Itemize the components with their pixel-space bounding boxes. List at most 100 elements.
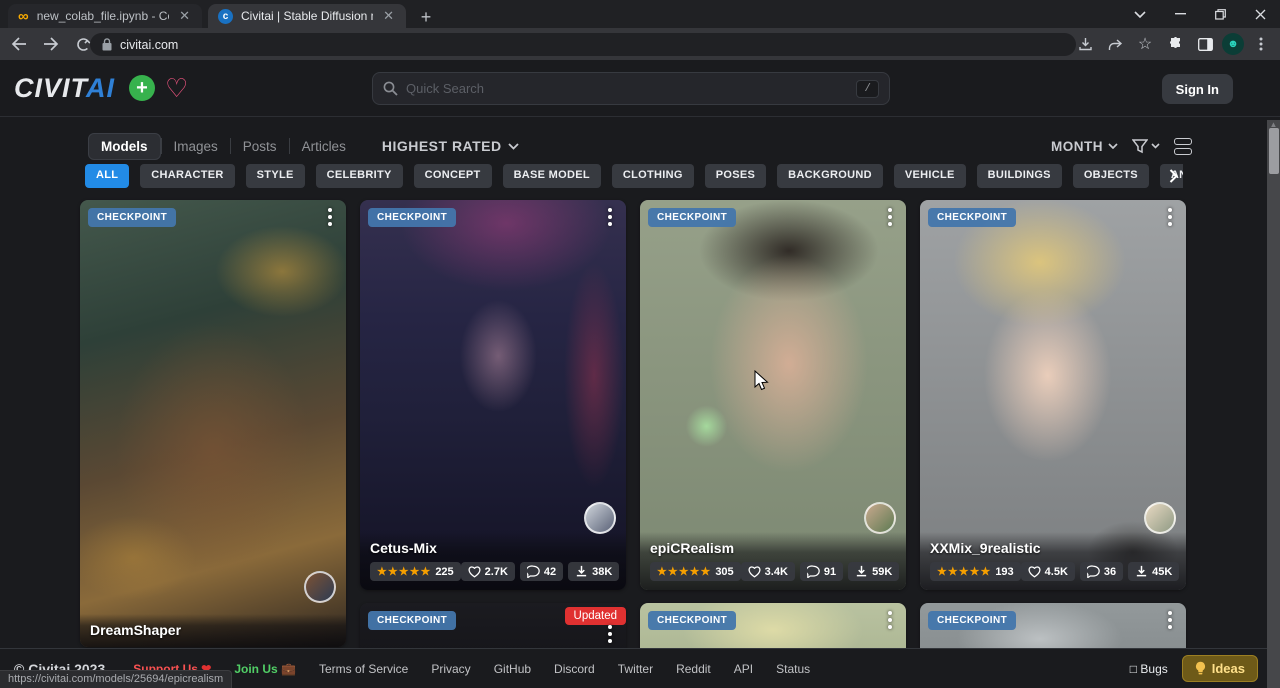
ideas-button[interactable]: Ideas xyxy=(1182,655,1258,682)
chip-character[interactable]: CHARACTER xyxy=(140,164,234,188)
card-menu-kebab-icon[interactable] xyxy=(602,208,618,226)
creator-avatar[interactable] xyxy=(1144,502,1176,534)
star-rating-icons: ★★★★★ xyxy=(657,565,711,578)
model-card-dreamshaper[interactable]: CHECKPOINT DreamShaper xyxy=(80,200,346,647)
creator-avatar[interactable] xyxy=(304,571,336,603)
tab-close-icon[interactable]: ✕ xyxy=(381,8,396,24)
likes-pill[interactable]: 2.7K xyxy=(461,562,515,581)
civitai-page: CIVITAI + ♡ Quick Search / Sign In Model… xyxy=(0,60,1280,688)
lightbulb-icon xyxy=(1195,661,1206,676)
tab-search-chevron-icon[interactable] xyxy=(1120,0,1160,28)
footer-link-reddit[interactable]: Reddit xyxy=(676,662,711,676)
minimize-button[interactable] xyxy=(1160,0,1200,28)
card-layout-toggle[interactable] xyxy=(1174,138,1192,155)
chip-celebrity[interactable]: CELEBRITY xyxy=(316,164,403,188)
tab-colab[interactable]: ∞ new_colab_file.ipynb - Colaborat ✕ xyxy=(8,4,202,28)
rating-pill[interactable]: ★★★★★ 305 xyxy=(650,562,741,581)
chip-vehicle[interactable]: VEHICLE xyxy=(894,164,966,188)
card-menu-kebab-icon[interactable] xyxy=(322,208,338,226)
footer-link-twitter[interactable]: Twitter xyxy=(618,662,653,676)
filter-funnel-button[interactable] xyxy=(1132,139,1160,154)
comment-icon xyxy=(807,565,820,578)
close-window-button[interactable] xyxy=(1240,0,1280,28)
model-card-xxmix-9realistic[interactable]: CHECKPOINT XXMix_9realistic ★★★★★ 193 4.… xyxy=(920,200,1186,590)
period-dropdown[interactable]: MONTH xyxy=(1051,139,1118,154)
chip-clothing[interactable]: CLOTHING xyxy=(612,164,694,188)
rating-count: 305 xyxy=(715,566,733,578)
star-rating-icons: ★★★★★ xyxy=(377,565,431,578)
tab-close-icon[interactable]: ✕ xyxy=(177,8,192,24)
card-menu-kebab-icon[interactable] xyxy=(1162,611,1178,629)
tab-civitai[interactable]: c Civitai | Stable Diffusion models, ✕ xyxy=(208,4,406,28)
bugs-button[interactable]: □ Bugs xyxy=(1130,662,1168,676)
downloads-pill[interactable]: 59K xyxy=(848,562,899,581)
maximize-button[interactable] xyxy=(1200,0,1240,28)
side-panel-icon[interactable] xyxy=(1192,31,1218,57)
search-shortcut-key: / xyxy=(856,80,879,98)
create-plus-button[interactable]: + xyxy=(129,75,155,101)
sort-dropdown[interactable]: HIGHEST RATED xyxy=(382,138,519,154)
chip-buildings[interactable]: BUILDINGS xyxy=(977,164,1062,188)
comments-pill[interactable]: 91 xyxy=(800,562,843,581)
tab-models[interactable]: Models xyxy=(88,133,161,160)
chip-concept[interactable]: CONCEPT xyxy=(414,164,492,188)
civitai-logo[interactable]: CIVITAI xyxy=(14,73,115,104)
chips-scroll-right-chevron[interactable] xyxy=(1160,164,1186,188)
sign-in-button[interactable]: Sign In xyxy=(1162,74,1233,104)
tab-articles[interactable]: Articles xyxy=(290,134,358,159)
new-tab-button[interactable]: + xyxy=(414,5,438,29)
chip-base-model[interactable]: BASE MODEL xyxy=(503,164,601,188)
downloads-count: 38K xyxy=(592,566,612,578)
chip-background[interactable]: BACKGROUND xyxy=(777,164,883,188)
downloads-pill[interactable]: 45K xyxy=(1128,562,1179,581)
comments-pill[interactable]: 36 xyxy=(1080,562,1123,581)
browser-menu-kebab-icon[interactable] xyxy=(1248,31,1274,57)
model-card-epicrealism[interactable]: CHECKPOINT epiCRealism ★★★★★ 305 3.4K xyxy=(640,200,906,590)
chip-all[interactable]: ALL xyxy=(85,164,129,188)
card-menu-kebab-icon[interactable] xyxy=(602,625,618,643)
likes-pill[interactable]: 4.5K xyxy=(1021,562,1075,581)
checkpoint-badge: CHECKPOINT xyxy=(88,208,176,227)
creator-avatar[interactable] xyxy=(864,502,896,534)
chevron-down-icon xyxy=(1151,143,1160,149)
tab-title: Civitai | Stable Diffusion models, xyxy=(241,9,373,23)
share-icon[interactable] xyxy=(1102,31,1128,57)
footer-link-github[interactable]: GitHub xyxy=(494,662,531,676)
footer-link-privacy[interactable]: Privacy xyxy=(431,662,470,676)
extensions-puzzle-icon[interactable] xyxy=(1162,31,1188,57)
browser-profile-avatar[interactable]: ☻ xyxy=(1222,33,1244,55)
footer-link-terms[interactable]: Terms of Service xyxy=(319,662,408,676)
address-bar[interactable]: civitai.com xyxy=(90,33,1076,56)
footer-link-status[interactable]: Status xyxy=(776,662,810,676)
download-icon xyxy=(855,565,868,578)
toolbar-right-icons: ☆ ☻ xyxy=(1072,31,1274,57)
model-card-cetus-mix[interactable]: CHECKPOINT Cetus-Mix ★★★★★ 225 2.7K xyxy=(360,200,626,590)
card-menu-kebab-icon[interactable] xyxy=(1162,208,1178,226)
creator-avatar[interactable] xyxy=(584,502,616,534)
favorites-heart-icon[interactable]: ♡ xyxy=(165,75,188,101)
checkpoint-badge: CHECKPOINT xyxy=(368,208,456,227)
bookmark-star-icon[interactable]: ☆ xyxy=(1132,31,1158,57)
card-menu-kebab-icon[interactable] xyxy=(882,208,898,226)
footer-link-api[interactable]: API xyxy=(734,662,753,676)
footer-link-discord[interactable]: Discord xyxy=(554,662,595,676)
tab-images[interactable]: Images xyxy=(162,134,230,159)
footer-link-join-us[interactable]: Join Us 💼 xyxy=(234,662,296,676)
quick-search-input[interactable]: Quick Search / xyxy=(372,72,890,105)
chip-style[interactable]: STYLE xyxy=(246,164,305,188)
install-download-icon[interactable] xyxy=(1072,31,1098,57)
downloads-pill[interactable]: 38K xyxy=(568,562,619,581)
rating-pill[interactable]: ★★★★★ 193 xyxy=(930,562,1021,581)
page-scrollbar[interactable]: ▲ ▼ xyxy=(1267,120,1280,688)
likes-pill[interactable]: 3.4K xyxy=(741,562,795,581)
chip-objects[interactable]: OBJECTS xyxy=(1073,164,1149,188)
logo-ai-text: AI xyxy=(86,73,115,103)
forward-button[interactable] xyxy=(38,31,64,57)
comments-pill[interactable]: 42 xyxy=(520,562,563,581)
chip-poses[interactable]: POSES xyxy=(705,164,766,188)
rating-pill[interactable]: ★★★★★ 225 xyxy=(370,562,461,581)
tab-posts[interactable]: Posts xyxy=(231,134,289,159)
scrollbar-thumb[interactable] xyxy=(1269,128,1279,174)
card-menu-kebab-icon[interactable] xyxy=(882,611,898,629)
back-button[interactable] xyxy=(6,31,32,57)
